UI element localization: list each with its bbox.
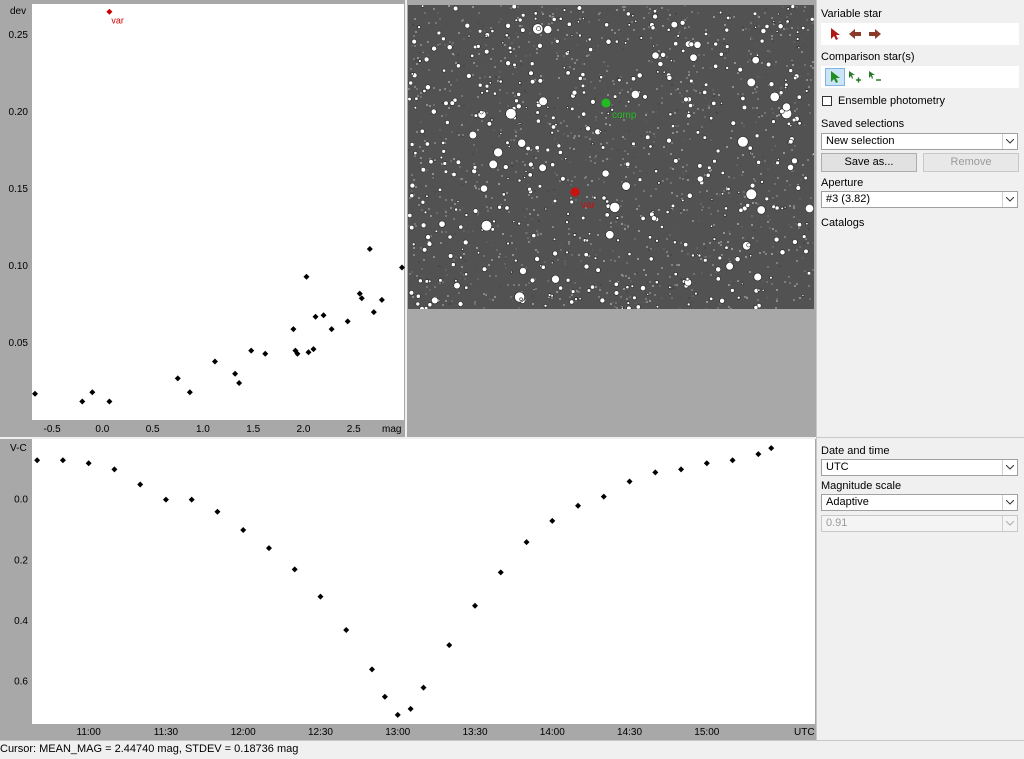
mag-dev-y-tick-label: 0.10 [9,261,29,272]
light-curve-x-tick-label: 13:00 [385,727,410,738]
chevron-down-icon [1002,495,1017,510]
ccd-image[interactable]: var comp [407,4,815,312]
mag-dev-y-tick-label: 0.15 [9,184,29,195]
mag-dev-plot-area[interactable] [32,4,404,420]
mag-dev-x-tick-label: -0.5 [43,424,61,435]
magnitude-range-value: 0.91 [826,517,848,529]
magnitude-scale-label: Magnitude scale [821,480,902,492]
next-variable-button[interactable] [865,25,885,43]
arrow-right-icon [869,29,881,39]
mag-dev-x-axis-label: mag [382,424,401,435]
chevron-down-icon [1002,516,1017,531]
light-curve-x-tick-label: 12:00 [231,727,256,738]
arrow-left-icon [849,29,861,39]
mag-dev-x-tick-label: 1.5 [246,424,260,435]
light-curve-y-tick-label: 0.6 [14,677,28,688]
chevron-down-icon [1002,460,1017,475]
select-comparison-button[interactable] [825,68,845,86]
mag-dev-x-tick-label: 0.5 [146,424,160,435]
saved-selections-value: New selection [826,135,895,147]
date-time-label: Date and time [821,445,890,457]
ensemble-photometry-checkbox[interactable] [822,96,832,106]
mag-dev-y-tick-label: 0.05 [9,338,29,349]
light-curve-x-tick-label: 13:30 [462,727,487,738]
select-variable-button[interactable] [825,25,845,43]
light-curve-y-tick-label: 0.0 [14,495,28,506]
aperture-dropdown[interactable]: #3 (3.82) [821,191,1018,208]
status-text: Cursor: MEAN_MAG = 2.44740 mag, STDEV = … [0,743,299,755]
saved-selections-dropdown[interactable]: New selection [821,133,1018,150]
comparison-toolbar [821,66,1019,88]
light-curve-y-axis-label: V-C [10,443,27,454]
light-curve-y-tick-label: 0.4 [14,616,28,627]
cursor-minus-icon [869,71,881,81]
date-time-value: UTC [826,461,849,473]
variable-star-label: var [581,200,596,211]
graph-settings-panel: Date and time UTC Magnitude scale Adapti… [816,437,1024,741]
magnitude-scale-dropdown[interactable]: Adaptive [821,494,1018,511]
light-curve-x-tick-label: 11:00 [77,727,102,738]
aperture-label: Aperture [821,177,864,189]
chevron-down-icon [1002,134,1017,149]
save-as-button[interactable]: Save as... [821,153,917,172]
var-point-label: var [111,16,124,26]
comparison-star-label: comp [612,110,637,121]
light-curve-x-axis-label: UTC [794,727,815,738]
comparison-star-marker[interactable] [601,98,611,108]
light-curve-y-tick-label: 0.2 [14,555,28,566]
saved-selections-label: Saved selections [821,118,905,130]
add-comparison-button[interactable] [845,68,865,86]
light-curve-x-tick-label: 14:30 [617,727,642,738]
chart-view-panel: var comp [407,0,816,437]
mag-dev-plot-panel: dev mag -0.5 0.0 0.5 1.0 1.5 2.0 2.5 0.05 0.10 0… [0,0,405,437]
status-bar: Cursor: MEAN_MAG = 2.44740 mag, STDEV = … [0,740,1024,759]
mag-dev-x-tick-label: 2.0 [297,424,311,435]
variable-star-toolbar [821,23,1019,45]
magnitude-scale-value: Adaptive [826,496,869,508]
previous-variable-button[interactable] [845,25,865,43]
light-curve-x-tick-label: 12:30 [308,727,333,738]
red-cursor-icon [831,28,840,40]
magnitude-range-dropdown[interactable]: 0.91 [821,515,1018,532]
aperture-value: #3 (3.82) [826,193,871,205]
remove-comparison-button[interactable] [865,68,885,86]
mag-dev-y-axis-label: dev [10,6,26,17]
comparison-stars-label: Comparison star(s) [821,51,915,63]
light-curve-plot-area[interactable] [32,439,815,724]
variable-star-label: Variable star [821,8,882,20]
mag-dev-x-tick-label: 0.0 [95,424,109,435]
light-curve-x-tick-label: 15:00 [694,727,719,738]
selection-panel: Variable star Comparison star(s) Ensembl… [816,0,1024,437]
date-time-dropdown[interactable]: UTC [821,459,1018,476]
catalogs-label: Catalogs [821,217,865,229]
variable-star-marker[interactable] [570,187,580,197]
cursor-plus-icon [849,71,861,83]
chevron-down-icon [1002,192,1017,207]
mag-dev-plot[interactable]: dev mag -0.5 0.0 0.5 1.0 1.5 2.0 2.5 0.05 0.10 0… [0,0,405,437]
light-curve-panel: V-C UTC 11:00 11:30 12:00 12:30 13:00 13:30 14… [0,437,816,742]
light-curve-x-tick-label: 11:30 [154,727,179,738]
ensemble-photometry-label: Ensemble photometry [838,95,945,107]
mag-dev-y-tick-label: 0.20 [9,107,29,118]
green-cursor-icon [831,71,840,83]
mag-dev-y-tick-label: 0.25 [9,30,29,41]
mag-dev-x-tick-label: 1.0 [196,424,210,435]
light-curve-x-tick-label: 14:00 [540,727,565,738]
mag-dev-x-tick-label: 2.5 [347,424,361,435]
remove-button[interactable]: Remove [923,153,1019,172]
light-curve-plot[interactable]: V-C UTC 11:00 11:30 12:00 12:30 13:00 13:30 14… [0,439,816,742]
